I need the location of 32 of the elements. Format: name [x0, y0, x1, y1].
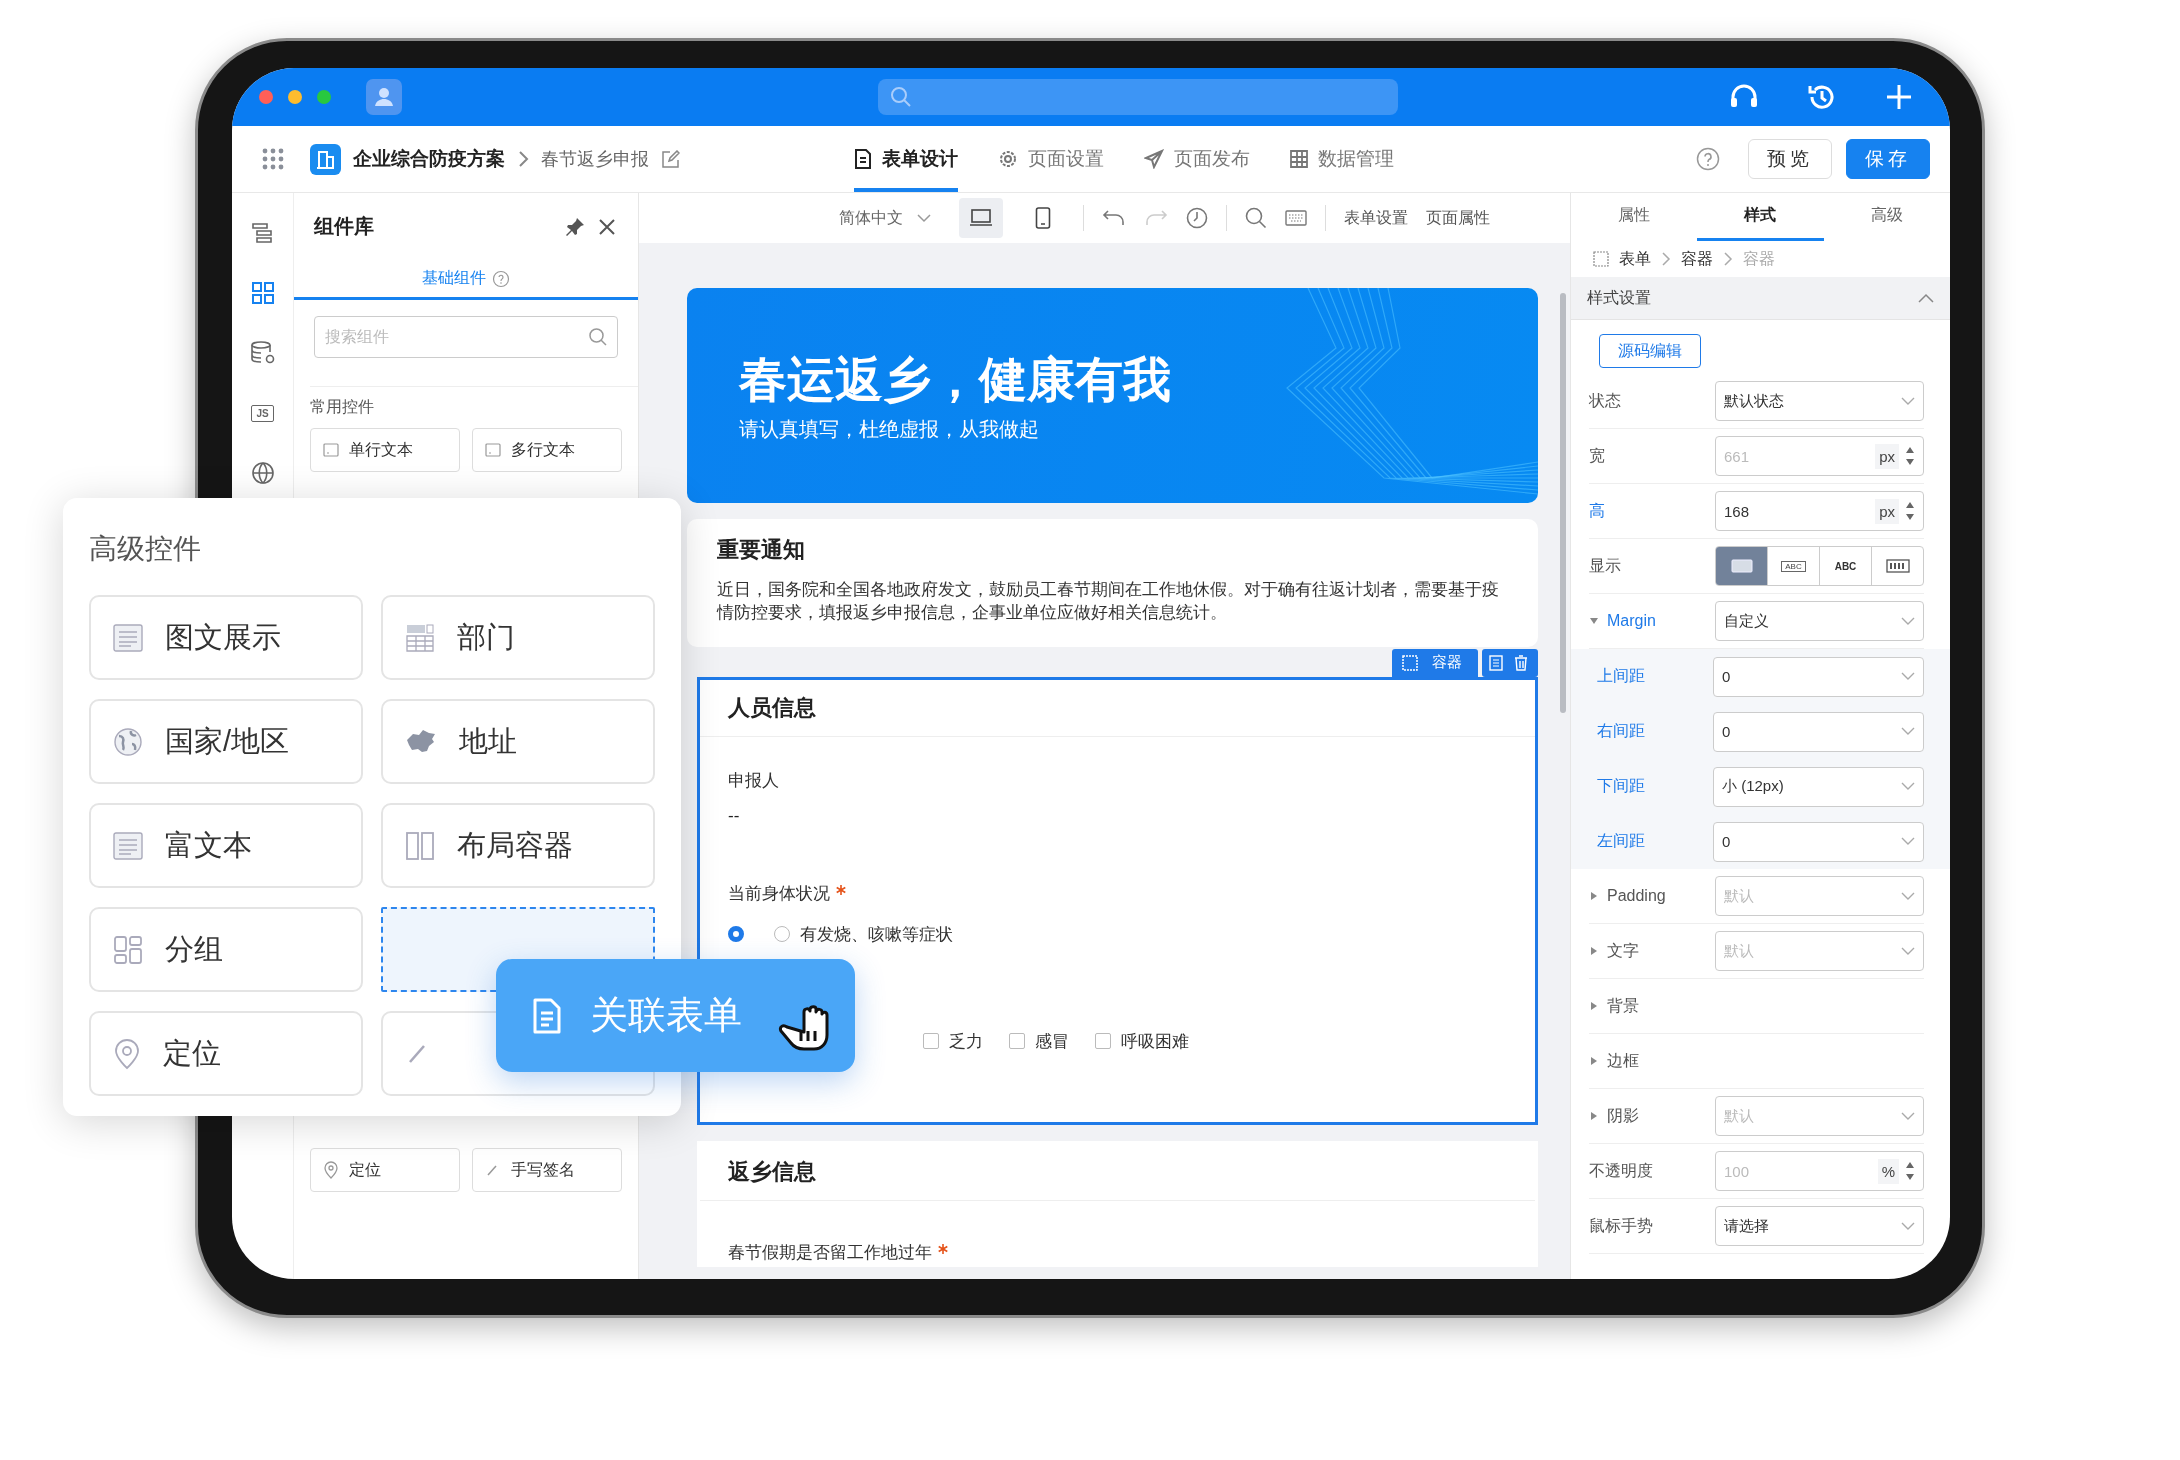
banner-title: 春运返乡，健康有我 [739, 352, 1172, 408]
property-label: 鼠标手势 [1589, 1215, 1653, 1236]
property-label: 下间距 [1597, 776, 1645, 796]
property-label: 高 [1589, 500, 1605, 521]
unit-label: px [1875, 443, 1899, 469]
field-label: 申报人 [728, 769, 779, 792]
section-title: 人员信息 [728, 693, 816, 722]
field-value: -- [728, 805, 741, 826]
property-label: 文字 [1607, 940, 1639, 961]
property-label: 右间距 [1597, 721, 1645, 741]
notice-title: 重要通知 [717, 536, 806, 564]
banner-subtitle: 请认真填写，杜绝虚报，从我做起 [739, 417, 1040, 442]
property-label: 阴影 [1607, 1105, 1639, 1126]
panel-title: 组件库 [314, 214, 374, 239]
popup-title: 高级控件 [89, 532, 202, 563]
notice-text: 近日，国务院和全国各地政府发文，鼓励员工春节期间在工作地休假。对于确有往返计划者，需要基于疫情防控要求，填报返乡申报信息，企事业单位应做好相关信息统计。 [717, 579, 1500, 624]
property-label: Padding [1607, 887, 1666, 905]
unit-label: % [1877, 1158, 1899, 1184]
section-title: 返乡信息 [728, 1157, 816, 1186]
property-label: 左间距 [1597, 831, 1645, 851]
property-label: 显示 [1589, 555, 1621, 576]
property-label: 上间距 [1597, 666, 1645, 686]
property-label: 边框 [1607, 1050, 1639, 1071]
property-label: 宽 [1589, 445, 1605, 466]
property-label: Margin [1607, 612, 1656, 630]
section-label: 常用控件 [310, 386, 638, 418]
unit-label: px [1875, 498, 1899, 524]
property-label: 状态 [1589, 390, 1621, 411]
field-label: 当前身体状况 [728, 882, 830, 905]
property-label: 不透明度 [1589, 1160, 1653, 1181]
field-label: 春节假期是否留工作地过年 [728, 1241, 932, 1264]
property-label: 背景 [1607, 995, 1639, 1016]
